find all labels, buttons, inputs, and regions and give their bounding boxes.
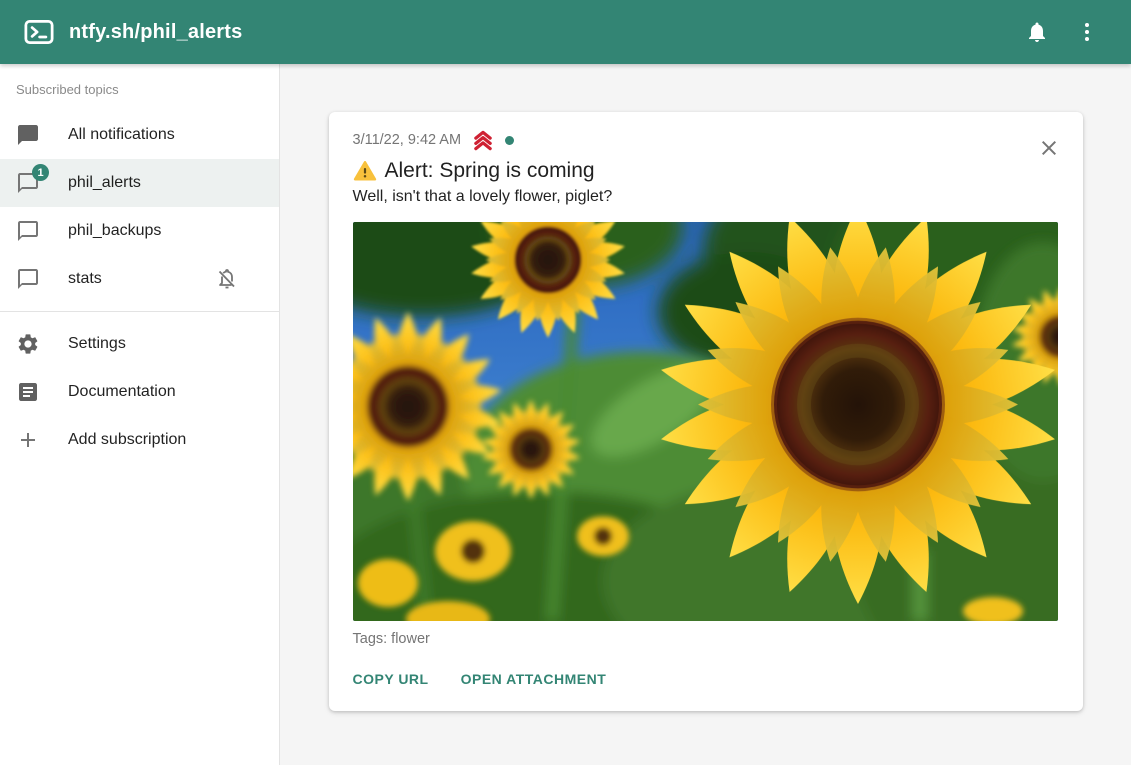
gear-icon — [16, 332, 40, 356]
chat-bubble-outline-icon: 1 — [16, 171, 40, 195]
ntfy-terminal-logo-icon — [24, 17, 54, 47]
sidebar-item-label: phil_backups — [68, 222, 161, 240]
sidebar: Subscribed topics All notifications 1 ph… — [0, 64, 280, 765]
sidebar-item-label: All notifications — [68, 126, 175, 144]
warning-triangle-icon — [353, 159, 377, 183]
sidebar-item-phil-backups[interactable]: phil_backups — [0, 207, 279, 255]
copy-url-button[interactable]: COPY URL — [345, 663, 437, 695]
notification-timestamp: 3/11/22, 9:42 AM — [353, 132, 462, 148]
close-icon — [1037, 136, 1061, 160]
unread-dot — [505, 136, 514, 145]
sidebar-item-all-notifications[interactable]: All notifications — [0, 111, 279, 159]
chat-bubble-outline-icon — [16, 267, 40, 291]
sidebar-item-label: Add subscription — [68, 431, 186, 449]
sidebar-item-label: Documentation — [68, 383, 176, 401]
notification-title: Alert: Spring is coming — [385, 159, 595, 183]
notification-body: Well, isn't that a lovely flower, piglet… — [353, 188, 1059, 206]
sidebar-item-settings[interactable]: Settings — [0, 320, 279, 368]
sidebar-item-documentation[interactable]: Documentation — [0, 368, 279, 416]
sidebar-item-label: Settings — [68, 335, 126, 353]
notification-tags: Tags: flower — [353, 631, 1059, 647]
sidebar-item-add-subscription[interactable]: Add subscription — [0, 416, 279, 464]
priority-max-icon — [471, 130, 495, 151]
plus-icon — [16, 428, 40, 452]
notifications-bell-button[interactable] — [1017, 12, 1057, 52]
subscribed-topics-label: Subscribed topics — [0, 78, 279, 111]
article-icon — [16, 380, 40, 404]
sidebar-divider — [0, 311, 279, 312]
unread-count-badge: 1 — [32, 164, 49, 181]
sidebar-item-stats[interactable]: stats — [0, 255, 279, 303]
notification-meta: 3/11/22, 9:42 AM — [353, 128, 1059, 152]
page-title: ntfy.sh/phil_alerts — [69, 21, 242, 44]
notification-title-row: Alert: Spring is coming — [353, 159, 1059, 183]
chat-bubble-outline-icon — [16, 219, 40, 243]
attachment-image-sunflowers[interactable] — [353, 222, 1058, 621]
sidebar-item-label: stats — [68, 270, 102, 288]
kebab-menu-icon — [1075, 20, 1099, 44]
bell-icon — [1025, 20, 1049, 44]
app-header: ntfy.sh/phil_alerts — [0, 0, 1131, 64]
chat-bubble-filled-icon — [16, 123, 40, 147]
open-attachment-button[interactable]: OPEN ATTACHMENT — [453, 663, 615, 695]
main-content: 3/11/22, 9:42 AM — [280, 64, 1131, 765]
close-notification-button[interactable] — [1035, 134, 1063, 162]
overflow-menu-button[interactable] — [1067, 12, 1107, 52]
notification-actions: COPY URL OPEN ATTACHMENT — [345, 663, 1059, 695]
notification-card: 3/11/22, 9:42 AM — [329, 112, 1083, 711]
notifications-off-icon — [215, 267, 239, 291]
sidebar-item-label: phil_alerts — [68, 174, 141, 192]
sidebar-item-phil-alerts[interactable]: 1 phil_alerts — [0, 159, 279, 207]
